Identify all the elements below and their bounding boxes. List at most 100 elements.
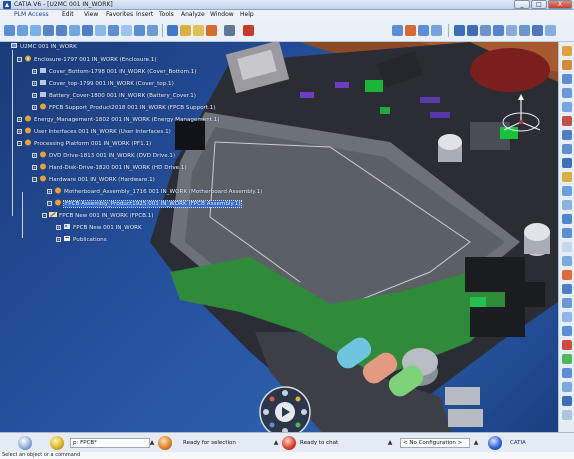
search-dropdown-icon[interactable]: ▲ xyxy=(148,438,156,448)
line-icon[interactable] xyxy=(467,25,478,36)
grid-icon[interactable] xyxy=(506,25,517,36)
search-icon[interactable] xyxy=(158,436,172,450)
expand-toggle[interactable]: + xyxy=(32,165,37,170)
expand-toggle[interactable]: + xyxy=(56,225,61,230)
configuration-field[interactable]: < No Configuration > xyxy=(400,438,470,448)
assembly-icon[interactable] xyxy=(562,60,572,70)
tree-item-publications[interactable]: + Publications xyxy=(56,235,107,244)
catalog-icon[interactable] xyxy=(562,298,572,308)
insert-part-icon[interactable] xyxy=(562,88,572,98)
analysis-icon[interactable] xyxy=(405,25,416,36)
settings-icon[interactable] xyxy=(532,25,543,36)
options-icon[interactable] xyxy=(562,396,572,406)
tree-item-enclosure[interactable]: − Enclosure-1797 001 IN_WORK (Enclosure.1… xyxy=(17,55,157,64)
check-icon[interactable] xyxy=(562,354,572,364)
expand-toggle[interactable]: − xyxy=(17,57,22,62)
expand-icon[interactable] xyxy=(545,25,556,36)
bom-icon[interactable] xyxy=(562,214,572,224)
tree-item-fpcb-assembly[interactable]: − FPCB Assembly_Product1925 001 IN_WORK (… xyxy=(47,199,243,208)
axis-icon[interactable] xyxy=(493,25,504,36)
expand-toggle[interactable]: − xyxy=(32,177,37,182)
clash-icon[interactable] xyxy=(562,172,572,182)
navigation-wheel-icon[interactable] xyxy=(258,385,312,432)
tree-item-cover-top[interactable]: + Cover_top-1799 001 IN_WORK (Cover_top.1… xyxy=(32,79,174,88)
v6-compass-icon[interactable] xyxy=(18,436,32,450)
snap-icon[interactable] xyxy=(519,25,530,36)
tree-item-user-interfaces[interactable]: + User Interfaces 001 IN_WORK (User Inter… xyxy=(17,127,171,136)
manipulate-icon[interactable] xyxy=(562,130,572,140)
zoom-out-icon[interactable] xyxy=(56,25,67,36)
expand-toggle[interactable]: + xyxy=(32,69,37,74)
menu-window[interactable]: Window xyxy=(210,11,234,19)
menu-plm-access[interactable]: PLM Access xyxy=(14,11,49,19)
multi-view-icon[interactable] xyxy=(95,25,106,36)
tree-item-fpcb-new-part[interactable]: + FPCB New 001 IN_WORK xyxy=(56,223,142,232)
tree-item-hardware[interactable]: − Hardware 001 IN_WORK (Hardware.1) xyxy=(32,175,155,184)
expand-toggle[interactable]: + xyxy=(17,129,22,134)
iso-view-icon[interactable] xyxy=(108,25,119,36)
tree-item-hard-disk-drive[interactable]: + Hard-Disk-Drive-1820 001 IN_WORK (HD Dr… xyxy=(32,163,187,172)
expand-toggle[interactable]: + xyxy=(32,153,37,158)
expand-toggle[interactable]: − xyxy=(42,213,47,218)
tree-item-energy-management[interactable]: + Energy_Management-1802 001 IN_WORK (Ene… xyxy=(17,115,220,124)
swap-visible-icon[interactable] xyxy=(147,25,158,36)
expand-toggle[interactable]: − xyxy=(47,201,52,206)
rotate-icon[interactable] xyxy=(30,25,41,36)
3d-compass-icon[interactable] xyxy=(496,92,546,142)
reuse-icon[interactable] xyxy=(562,312,572,322)
annotation-icon[interactable] xyxy=(562,256,572,266)
publish-icon[interactable] xyxy=(562,228,572,238)
tree-item-processing-platform[interactable]: − Processing Platform 001 IN_WORK (PF1.1) xyxy=(17,139,151,148)
fit-all-icon[interactable] xyxy=(69,25,80,36)
section-icon[interactable] xyxy=(562,186,572,196)
tools-icon[interactable] xyxy=(562,382,572,392)
selection-dropdown-icon[interactable]: ▲ xyxy=(272,438,280,448)
tree-root[interactable]: U2MC 001 IN_WORK xyxy=(10,42,77,51)
chat-dropdown-icon[interactable]: ▲ xyxy=(386,438,394,448)
compass-status-icon[interactable] xyxy=(488,436,502,450)
properties-icon[interactable] xyxy=(167,25,178,36)
insert-product-icon[interactable] xyxy=(562,74,572,84)
menu-analyze[interactable]: Analyze xyxy=(181,11,205,19)
explode-icon[interactable] xyxy=(562,158,572,168)
update-icon[interactable] xyxy=(562,368,572,378)
user-icon[interactable] xyxy=(50,436,64,450)
more-icon[interactable] xyxy=(562,410,572,420)
tree-item-fpcb-new[interactable]: − FPCB New 001 IN_WORK (FPCB.1) xyxy=(42,211,153,220)
pan-icon[interactable] xyxy=(17,25,28,36)
maximize-button[interactable]: □ xyxy=(531,0,547,9)
hide-show-icon[interactable] xyxy=(134,25,145,36)
catia-app-icon[interactable] xyxy=(3,1,11,9)
plane-icon[interactable] xyxy=(480,25,491,36)
search-field[interactable]: p: FPCB* xyxy=(70,438,150,448)
zoom-in-icon[interactable] xyxy=(43,25,54,36)
menu-tools[interactable]: Tools xyxy=(159,11,174,19)
tree-item-cover-bottom[interactable]: + Cover_Bottom-1798 001 IN_WORK (Cover_Bo… xyxy=(32,67,196,76)
camera-icon[interactable] xyxy=(562,284,572,294)
expand-toggle[interactable]: + xyxy=(32,93,37,98)
snap-icon[interactable] xyxy=(562,144,572,154)
expand-toggle[interactable]: + xyxy=(47,189,52,194)
menu-help[interactable]: Help xyxy=(240,11,254,19)
close-button[interactable]: X xyxy=(548,0,572,9)
menu-edit[interactable]: Edit xyxy=(62,11,74,19)
constraint-icon[interactable] xyxy=(392,25,403,36)
expand-toggle[interactable]: + xyxy=(56,237,61,242)
scene-icon[interactable] xyxy=(562,242,572,252)
expand-toggle[interactable]: − xyxy=(17,141,22,146)
tree-item-fpcb-support[interactable]: + FPCB Support_Product2018 001 IN_WORK (F… xyxy=(32,103,216,112)
tree-item-battery-cover[interactable]: + Battery_Cover-1800 001 IN_WORK (Battery… xyxy=(32,91,196,100)
existing-component-icon[interactable] xyxy=(562,102,572,112)
undo-icon[interactable] xyxy=(243,25,254,36)
render-style-icon[interactable] xyxy=(121,25,132,36)
menu-insert[interactable]: Insert xyxy=(136,11,153,19)
chat-icon[interactable] xyxy=(282,436,296,450)
tree-item-motherboard-assembly[interactable]: + Motherboard_Assembly_1716 001 IN_WORK (… xyxy=(47,187,262,196)
menu-favorites[interactable]: Favorites xyxy=(106,11,133,19)
workbench-icon[interactable] xyxy=(562,46,572,56)
expand-toggle[interactable]: + xyxy=(32,105,37,110)
flag-icon[interactable] xyxy=(562,270,572,280)
point-icon[interactable] xyxy=(454,25,465,36)
replace-icon[interactable] xyxy=(562,326,572,336)
constraint-icon[interactable] xyxy=(562,116,572,126)
